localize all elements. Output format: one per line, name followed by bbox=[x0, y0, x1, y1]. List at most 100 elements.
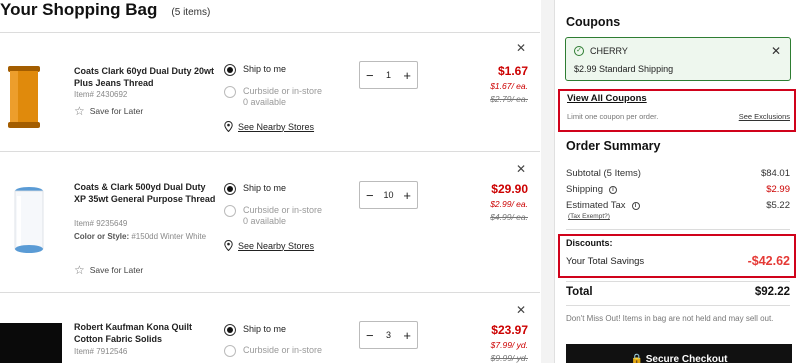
lock-icon: 🔒 bbox=[630, 354, 643, 363]
price-each: $2.99/ ea. bbox=[490, 199, 528, 209]
ship-to-me-label: Ship to me bbox=[243, 64, 287, 74]
stock-notice: Don't Miss Out! Items in bag are not hel… bbox=[566, 314, 774, 323]
tax-row: Estimated Tax i $5.22 bbox=[566, 200, 790, 211]
availability: 0 available bbox=[243, 216, 287, 226]
product-image[interactable] bbox=[0, 323, 62, 363]
product-name[interactable]: Coats Clark 60yd Dual Duty 20wt Plus Jea… bbox=[74, 65, 218, 89]
subtotal-row: Subtotal (5 Items) $84.01 bbox=[566, 168, 790, 179]
subtotal-label: Subtotal (5 Items) bbox=[566, 168, 641, 179]
curbside-label: Curbside or in-store bbox=[243, 205, 323, 215]
info-icon[interactable]: i bbox=[608, 185, 617, 194]
coupon-code: CHERRY bbox=[590, 46, 628, 56]
product-image[interactable] bbox=[8, 66, 40, 128]
check-icon: ✓ bbox=[574, 46, 584, 56]
curbside-option: Curbside or in-store 0 available bbox=[224, 86, 322, 108]
checkout-label: Secure Checkout bbox=[645, 354, 728, 363]
price-total: $23.97 bbox=[491, 323, 528, 337]
shipping-value: $2.99 bbox=[766, 184, 790, 195]
price-block: $29.90 $2.99/ ea. $4.99/ ea. bbox=[490, 182, 528, 222]
info-icon[interactable]: i bbox=[631, 201, 640, 210]
shopping-bag-panel: Your Shopping Bag (5 items) Coats Clark … bbox=[0, 0, 540, 363]
see-exclusions-link[interactable]: See Exclusions bbox=[739, 112, 790, 121]
order-summary-panel: Coupons ✓ CHERRY $2.99 Standard Shipping… bbox=[554, 0, 800, 363]
minus-icon[interactable]: − bbox=[366, 69, 374, 82]
divider bbox=[566, 229, 790, 230]
star-icon: ☆ bbox=[74, 263, 85, 277]
savings-row: Your Total Savings -$42.62 bbox=[566, 254, 790, 268]
ship-to-me-option[interactable]: Ship to me bbox=[224, 183, 286, 195]
quantity-stepper[interactable]: − 1 + bbox=[359, 61, 418, 89]
divider bbox=[566, 305, 790, 306]
item-count: (5 items) bbox=[171, 7, 211, 18]
plus-icon[interactable]: + bbox=[403, 329, 411, 342]
curbside-option: Curbside or in-store bbox=[224, 345, 322, 357]
nearby-stores-link[interactable]: See Nearby Stores bbox=[224, 240, 314, 251]
style-label: Color or Style: bbox=[74, 232, 130, 241]
nearby-stores-link[interactable]: See Nearby Stores bbox=[224, 121, 314, 132]
product-style: Color or Style: #150dd Winter White bbox=[74, 231, 214, 242]
plus-icon[interactable]: + bbox=[403, 189, 411, 202]
availability: 0 available bbox=[243, 97, 287, 107]
plus-icon[interactable]: + bbox=[403, 69, 411, 82]
close-icon[interactable]: ✕ bbox=[771, 44, 781, 58]
discounts-label: Discounts: bbox=[566, 238, 613, 248]
quantity-value[interactable]: 10 bbox=[383, 190, 393, 200]
curbside-option: Curbside or in-store 0 available bbox=[224, 205, 322, 227]
bag-item: Robert Kaufman Kona Quilt Cotton Fabric … bbox=[0, 293, 540, 363]
total-row: Total $92.22 bbox=[566, 286, 790, 298]
price-block: $1.67 $1.67/ ea. $2.79/ ea. bbox=[490, 64, 528, 104]
save-for-later-button[interactable]: ☆ Save for Later bbox=[74, 263, 144, 277]
close-icon[interactable]: ✕ bbox=[516, 162, 526, 176]
panel-gutter bbox=[541, 0, 554, 363]
price-was: $2.79/ ea. bbox=[490, 94, 528, 104]
minus-icon[interactable]: − bbox=[366, 329, 374, 342]
coupon-limit-note: Limit one coupon per order. bbox=[567, 112, 659, 121]
secure-checkout-button[interactable]: 🔒 Secure Checkout bbox=[566, 344, 792, 363]
close-icon[interactable]: ✕ bbox=[516, 303, 526, 317]
savings-label: Your Total Savings bbox=[566, 255, 645, 267]
nearby-stores-label: See Nearby Stores bbox=[238, 240, 315, 251]
radio-disabled bbox=[224, 205, 236, 217]
bag-item: Coats Clark 60yd Dual Duty 20wt Plus Jea… bbox=[0, 33, 540, 151]
view-all-coupons-link[interactable]: View All Coupons bbox=[567, 93, 647, 104]
ship-to-me-label: Ship to me bbox=[243, 324, 287, 334]
price-was: $4.99/ ea. bbox=[490, 212, 528, 222]
quantity-stepper[interactable]: − 10 + bbox=[359, 181, 418, 209]
ship-to-me-option[interactable]: Ship to me bbox=[224, 324, 286, 336]
save-for-later-label: Save for Later bbox=[89, 265, 144, 275]
curbside-label: Curbside or in-store bbox=[243, 345, 323, 355]
price-total: $29.90 bbox=[491, 182, 528, 196]
price-each: $1.67/ ea. bbox=[490, 81, 528, 91]
quantity-value[interactable]: 1 bbox=[386, 70, 391, 80]
save-for-later-label: Save for Later bbox=[89, 106, 144, 116]
page-title: Your Shopping Bag bbox=[0, 0, 158, 19]
total-label: Total bbox=[566, 286, 593, 298]
radio-disabled bbox=[224, 86, 236, 98]
style-value: #150dd Winter White bbox=[131, 232, 207, 241]
shipping-row: Shipping i $2.99 bbox=[566, 184, 790, 195]
quantity-stepper[interactable]: − 3 + bbox=[359, 321, 418, 349]
radio-selected[interactable] bbox=[224, 324, 236, 336]
product-name[interactable]: Robert Kaufman Kona Quilt Cotton Fabric … bbox=[74, 321, 218, 345]
product-image[interactable] bbox=[14, 186, 44, 254]
location-pin-icon bbox=[224, 240, 233, 251]
quantity-value[interactable]: 3 bbox=[386, 330, 391, 340]
savings-value: -$42.62 bbox=[747, 254, 790, 268]
tax-value: $5.22 bbox=[766, 200, 790, 211]
close-icon[interactable]: ✕ bbox=[516, 41, 526, 55]
location-pin-icon bbox=[224, 121, 233, 132]
ship-to-me-label: Ship to me bbox=[243, 183, 287, 193]
price-was: $9.99/ yd. bbox=[490, 353, 528, 363]
bag-header: Your Shopping Bag (5 items) bbox=[0, 0, 210, 24]
tax-exempt-link[interactable]: (Tax Exempt?) bbox=[568, 213, 610, 220]
star-icon: ☆ bbox=[74, 104, 85, 118]
save-for-later-button[interactable]: ☆ Save for Later bbox=[74, 104, 144, 118]
radio-selected[interactable] bbox=[224, 183, 236, 195]
item-number: Item# 9235649 bbox=[74, 219, 128, 228]
ship-to-me-option[interactable]: Ship to me bbox=[224, 64, 286, 76]
product-name[interactable]: Coats & Clark 500yd Dual Duty XP 35wt Ge… bbox=[74, 181, 218, 205]
radio-disabled bbox=[224, 345, 236, 357]
minus-icon[interactable]: − bbox=[366, 189, 374, 202]
radio-selected[interactable] bbox=[224, 64, 236, 76]
price-block: $23.97 $7.99/ yd. $9.99/ yd. bbox=[491, 323, 528, 363]
